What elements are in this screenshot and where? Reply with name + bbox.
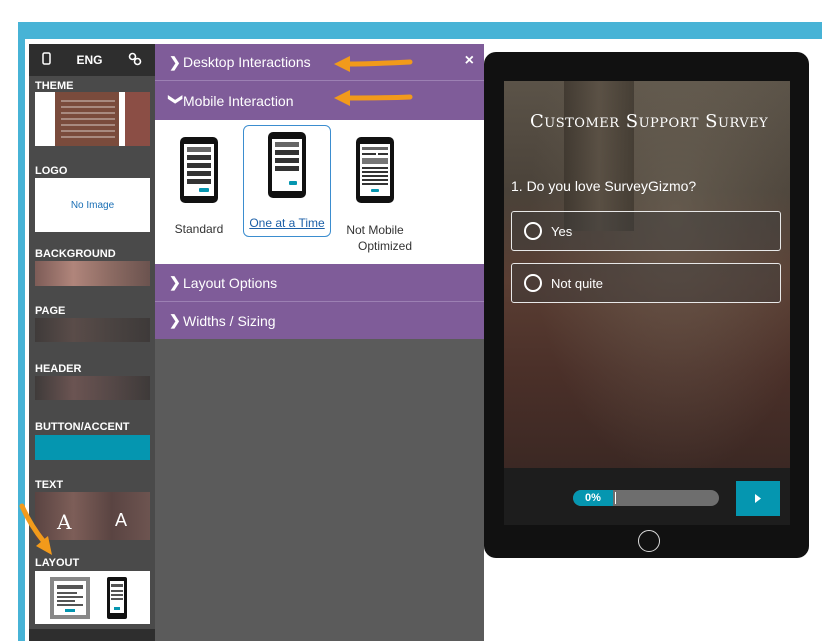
layout-thumbnail[interactable] (35, 571, 150, 624)
desktop-interactions-label: Desktop Interactions (183, 54, 311, 70)
phone-one-at-a-time-icon (268, 132, 306, 198)
survey-title: Customer Support Survey (530, 111, 769, 132)
survey-footer: 0% (504, 468, 790, 525)
chevron-right-icon: ❯ (169, 53, 181, 70)
close-icon[interactable]: × (465, 52, 474, 70)
option-one-at-a-time[interactable]: One at a Time (243, 125, 331, 237)
background-tree (564, 81, 634, 231)
theme-thumbnail[interactable] (35, 92, 150, 146)
annotation-arrow-icon (19, 503, 52, 555)
logo-placeholder: No Image (70, 199, 115, 211)
progress-text: 0% (585, 492, 601, 504)
page-label: PAGE (35, 305, 66, 317)
logo-thumbnail[interactable]: No Image (35, 178, 150, 232)
layout-options-header[interactable]: ❯ Layout Options (155, 264, 484, 301)
progress-bar: 0% (573, 490, 719, 506)
chevron-right-icon: ❯ (169, 274, 181, 290)
background-thumbnail[interactable] (35, 261, 150, 286)
header-thumbnail[interactable] (35, 376, 150, 400)
answer-label: Not quite (551, 275, 604, 291)
tablet-home-button (638, 530, 660, 552)
option-not-mobile-line2: Optimized (357, 239, 413, 253)
page-thumbnail[interactable] (35, 318, 150, 342)
sidebar-footer (29, 629, 155, 641)
chevron-down-icon: ❯ (168, 93, 185, 106)
background-label: BACKGROUND (35, 248, 116, 260)
answer-option-yes[interactable]: Yes (511, 211, 781, 251)
logo-label: LOGO (35, 165, 68, 177)
survey-preview-screen: Customer Support Survey 1. Do you love S… (504, 81, 790, 525)
answer-option-not-quite[interactable]: Not quite (511, 263, 781, 303)
mobile-interaction-options: Standard One at a Time Not Mobile Optimi… (155, 120, 484, 264)
text-sample-serif: A (57, 510, 72, 534)
phone-standard-icon (180, 137, 218, 203)
button-accent-label: BUTTON/ACCENT (35, 421, 130, 433)
question-text: 1. Do you love SurveyGizmo? (511, 178, 697, 194)
text-label: TEXT (35, 479, 64, 491)
annotation-arrow-icon (334, 56, 413, 72)
text-sample-sans: A (115, 510, 128, 530)
option-not-mobile-optimized[interactable]: Not Mobile Optimized (333, 126, 417, 258)
next-button[interactable] (736, 481, 780, 516)
progress-marker (615, 492, 616, 504)
button-accent-thumbnail[interactable] (35, 435, 150, 460)
layout-label: LAYOUT (35, 557, 80, 569)
play-icon (755, 494, 761, 503)
widths-sizing-header[interactable]: ❯ Widths / Sizing (155, 302, 484, 339)
phone-icon[interactable] (42, 52, 51, 68)
desktop-interactions-header[interactable]: ❯ Desktop Interactions × (155, 44, 484, 80)
chevron-right-icon: ❯ (169, 312, 181, 328)
mobile-interaction-header[interactable]: ❯ Mobile Interaction (155, 81, 484, 120)
option-standard-label: Standard (174, 222, 224, 236)
theme-label: THEME (35, 80, 74, 92)
phone-not-optimized-icon (356, 137, 394, 203)
header-label: HEADER (35, 363, 82, 375)
layout-options-label: Layout Options (183, 274, 278, 291)
mobile-interaction-label: Mobile Interaction (183, 92, 294, 109)
radio-icon (524, 274, 542, 292)
widths-sizing-label: Widths / Sizing (183, 312, 276, 329)
option-one-at-a-time-label[interactable]: One at a Time (244, 216, 330, 230)
answer-label: Yes (551, 223, 573, 239)
option-not-mobile-optimized-label: Not Mobile Optimized (333, 222, 417, 254)
link-icon[interactable] (128, 52, 142, 69)
sidebar-toolbar: ENG (29, 44, 155, 76)
annotation-arrow-icon (334, 90, 413, 106)
option-standard[interactable]: Standard (159, 126, 239, 238)
language-toggle[interactable]: ENG (76, 53, 102, 67)
layout-settings-panel: ❯ Desktop Interactions × ❯ Mobile Intera… (155, 44, 484, 641)
option-not-mobile-line1: Not Mobile (346, 223, 404, 237)
radio-icon (524, 222, 542, 240)
